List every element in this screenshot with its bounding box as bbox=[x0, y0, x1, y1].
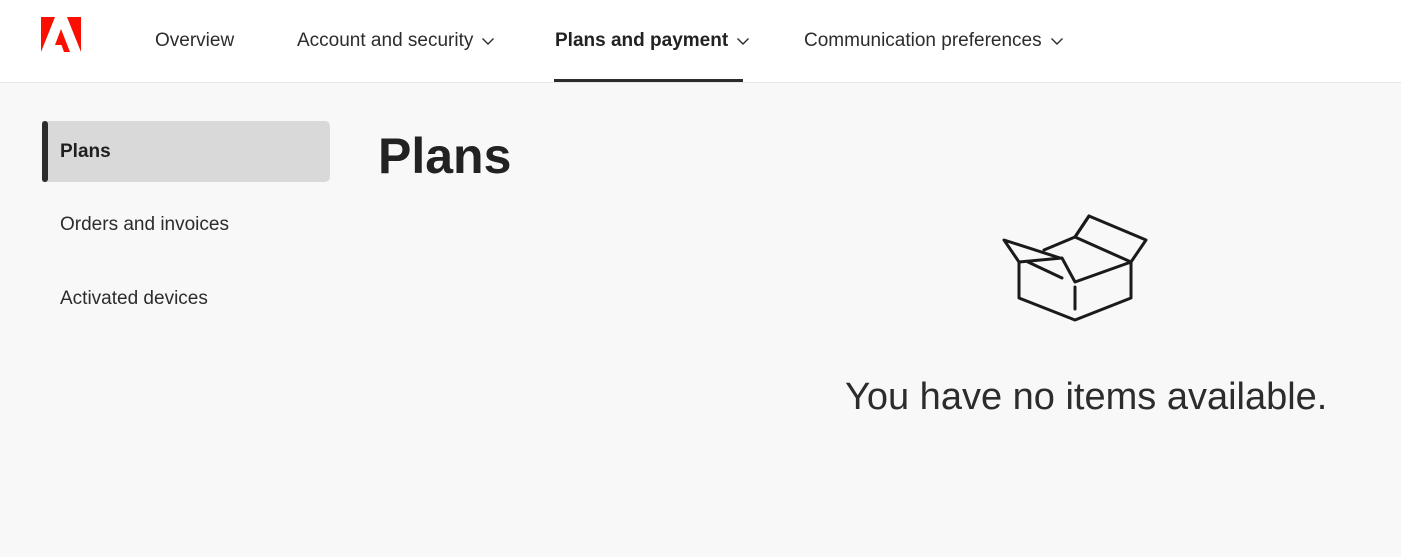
sidebar-item-orders-and-invoices[interactable]: Orders and invoices bbox=[42, 194, 330, 255]
chevron-down-icon bbox=[737, 38, 750, 45]
page-title: Plans bbox=[378, 128, 512, 184]
empty-state-message: You have no items available. bbox=[845, 376, 1328, 418]
active-tab-indicator bbox=[554, 79, 743, 82]
nav-communication-preferences-label: Communication preferences bbox=[804, 30, 1042, 51]
chevron-down-icon bbox=[482, 38, 495, 45]
nav-account-and-security-label: Account and security bbox=[297, 30, 474, 51]
top-navigation-bar: Overview Account and security Plans and … bbox=[0, 0, 1401, 83]
sidebar-item-label: Orders and invoices bbox=[60, 213, 229, 235]
sidebar-item-activated-devices[interactable]: Activated devices bbox=[42, 268, 330, 329]
nav-plans-and-payment-label: Plans and payment bbox=[555, 30, 729, 51]
nav-communication-preferences[interactable]: Communication preferences bbox=[804, 0, 1064, 82]
chevron-down-icon bbox=[1050, 38, 1063, 45]
empty-box-icon bbox=[1002, 214, 1148, 322]
sidebar-item-label: Plans bbox=[60, 140, 111, 162]
sidebar-item-plans[interactable]: Plans bbox=[42, 121, 330, 182]
nav-overview-label: Overview bbox=[155, 30, 235, 51]
nav-overview[interactable]: Overview bbox=[155, 0, 234, 82]
nav-account-and-security[interactable]: Account and security bbox=[297, 0, 495, 82]
adobe-logo-icon[interactable] bbox=[41, 17, 81, 52]
sidebar-item-label: Activated devices bbox=[60, 287, 208, 309]
nav-plans-and-payment[interactable]: Plans and payment bbox=[555, 0, 750, 82]
